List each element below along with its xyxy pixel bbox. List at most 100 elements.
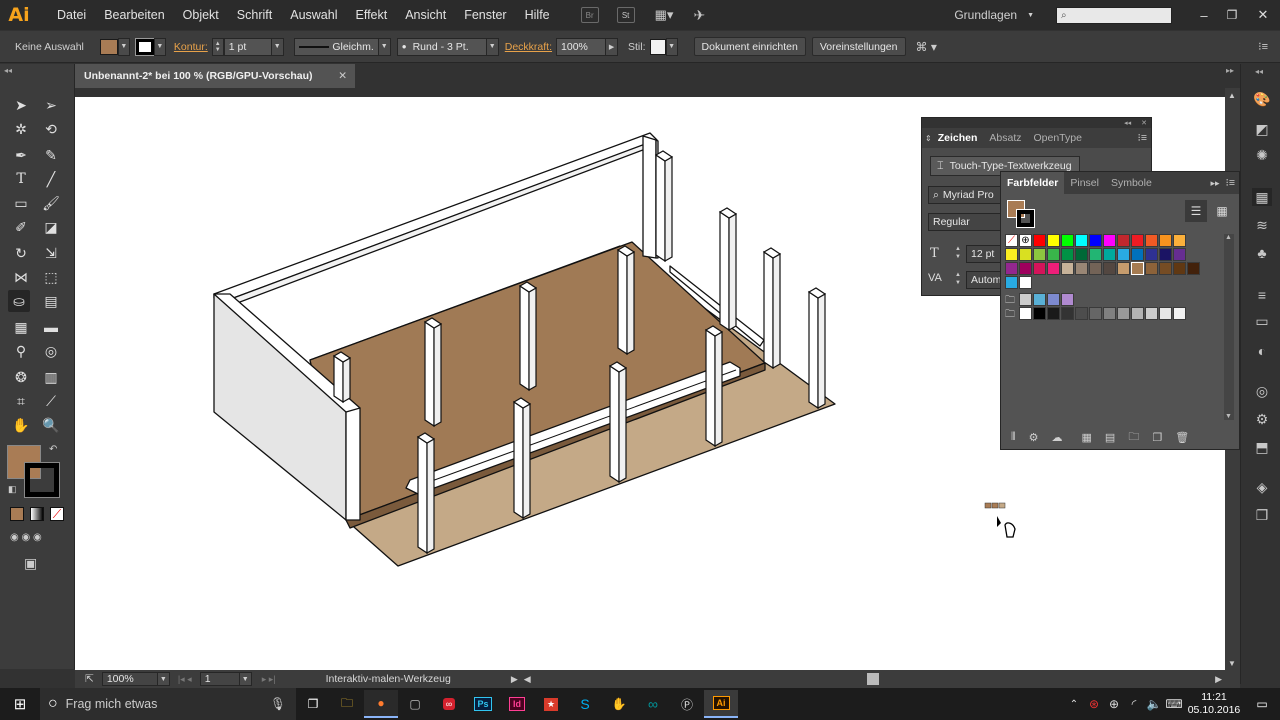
paintbrush-tool-icon[interactable]: 🖌 (40, 192, 62, 214)
stroke-color-box[interactable] (25, 463, 59, 497)
color-swatch[interactable] (1117, 307, 1130, 320)
color-swatch[interactable] (1047, 248, 1060, 261)
direct-selection-tool-icon[interactable]: ➢ (40, 94, 62, 116)
color-swatch[interactable] (1187, 262, 1200, 275)
color-group-folder-icon[interactable]: 🗀 (1005, 307, 1018, 320)
zoom-tool-icon[interactable]: 🔍 (40, 414, 62, 436)
scroll-down-icon[interactable]: ▼ (1225, 413, 1232, 420)
keyboard-icon[interactable]: ⌨ (1164, 690, 1184, 718)
scroll-up-icon[interactable]: ▲ (1228, 91, 1236, 100)
color-swatch[interactable] (1103, 234, 1116, 247)
color-swatch[interactable] (1033, 248, 1046, 261)
color-swatch[interactable] (1103, 262, 1116, 275)
windows-start-icon[interactable]: ⊞ (0, 690, 40, 718)
color-panel-icon[interactable]: 🎨 (1252, 90, 1272, 108)
color-swatch[interactable] (1033, 262, 1046, 275)
color-swatch[interactable] (1173, 248, 1186, 261)
wifi-icon[interactable]: ◜ (1124, 690, 1144, 718)
maximize-button[interactable]: ❐ (1218, 8, 1246, 22)
swatch-libraries-icon[interactable]: ⫴ (1011, 431, 1016, 444)
zoom-field[interactable]: 100% (101, 672, 158, 686)
security-tray-icon[interactable]: ⊕ (1104, 690, 1124, 718)
swap-colors-icon[interactable]: ↶ (49, 444, 57, 455)
gradient-panel-icon[interactable]: ▭ (1252, 312, 1272, 330)
panel-close-icon[interactable]: ✕ (1141, 119, 1147, 127)
color-swatch[interactable] (1145, 248, 1158, 261)
color-group-folder-icon[interactable]: 🗀 (1005, 293, 1018, 306)
scroll-down-icon[interactable]: ▼ (1228, 659, 1236, 668)
artboard-number-field[interactable]: 1 (199, 672, 240, 686)
cc-library-icon[interactable]: ☁ (1052, 431, 1063, 444)
color-swatch[interactable] (1047, 307, 1060, 320)
drawing-modes-icon[interactable]: ◉ ◉ ◉ (10, 532, 42, 543)
horizontal-scroll-thumb[interactable] (866, 673, 879, 685)
color-swatch[interactable] (1159, 307, 1172, 320)
zoom-dropdown[interactable]: ▼ (157, 672, 170, 686)
color-swatch[interactable] (1005, 248, 1018, 261)
line-tool-icon[interactable]: ╱ (40, 168, 62, 190)
stroke-profile-field[interactable]: Gleichm. (293, 37, 379, 56)
color-swatch[interactable] (1089, 248, 1102, 261)
swatch-options-icon[interactable]: ⚙ (1029, 431, 1039, 444)
live-paint-bucket-tool-icon[interactable]: ⛀ (8, 290, 30, 312)
handshake-icon[interactable]: ✋ (602, 690, 636, 718)
color-swatch[interactable] (1131, 262, 1144, 275)
color-swatch[interactable] (1005, 276, 1018, 289)
color-swatch[interactable] (1019, 262, 1032, 275)
lasso-tool-icon[interactable]: ⟲ (40, 118, 62, 140)
color-swatch[interactable] (1061, 262, 1074, 275)
firefox-icon[interactable]: ● (364, 690, 398, 718)
stock-button[interactable]: St (616, 7, 635, 23)
color-swatch[interactable] (1061, 307, 1074, 320)
asset-export-icon[interactable]: ⬒ (1252, 438, 1272, 456)
stroke-weight-field[interactable]: 1 pt (223, 37, 272, 56)
scroll-right-icon[interactable]: ▶ (1215, 674, 1222, 685)
arduino-icon[interactable]: ∞ (636, 690, 670, 718)
panel-menu-icon[interactable]: ⁝≡ (1138, 132, 1151, 144)
kerning-field[interactable]: Autom (966, 271, 1004, 289)
font-style-field[interactable]: Regular (928, 213, 1004, 231)
clock[interactable]: 11:21 05.10.2016 (1184, 691, 1244, 717)
tab-absatz[interactable]: Absatz (983, 132, 1027, 144)
export-icon[interactable]: ⇱ (85, 673, 94, 685)
stroke-weight-stepper[interactable]: ▲ ▼ (211, 37, 224, 56)
dock-collapse-icon[interactable]: ◂◂ (1255, 67, 1263, 76)
kerning-stepper[interactable]: ▲ ▼ (952, 271, 964, 289)
style-picker[interactable]: ▼ (649, 37, 678, 56)
skype-icon[interactable]: S (568, 690, 602, 718)
illustrator-taskbar-icon[interactable]: Ai (704, 690, 738, 718)
column-graph-tool-icon[interactable]: ▥ (40, 366, 62, 388)
color-swatch[interactable] (1047, 262, 1060, 275)
scroll-up-icon[interactable]: ▲ (1225, 234, 1232, 241)
none-mode-icon[interactable]: ⟋ (50, 507, 64, 521)
color-swatch[interactable] (1019, 248, 1032, 261)
color-swatch[interactable] (1145, 234, 1158, 247)
menu-fenster[interactable]: Fenster (455, 0, 515, 30)
color-swatch[interactable] (1075, 234, 1088, 247)
volume-icon[interactable]: 🔈 (1144, 690, 1164, 718)
first-artboard-icon[interactable]: |◂ ◂ (178, 674, 192, 685)
status-menu-icon[interactable]: ▶ (511, 674, 518, 685)
microphone-icon[interactable]: 🎙 (270, 697, 286, 712)
list-view-icon[interactable]: ☰ (1185, 200, 1207, 222)
stroke-weight-dropdown[interactable]: ▼ (271, 37, 284, 56)
color-swatch[interactable] (1005, 262, 1018, 275)
tab-pinsel[interactable]: Pinsel (1064, 177, 1105, 189)
color-swatch[interactable] (1145, 307, 1158, 320)
blend-tool-icon[interactable]: ◎ (40, 340, 62, 362)
p-app-icon[interactable]: Ⓟ (670, 690, 704, 718)
layers-panel-icon[interactable]: ◈ (1252, 478, 1272, 496)
color-swatch[interactable] (1131, 248, 1144, 261)
menu-effekt[interactable]: Effekt (346, 0, 396, 30)
tv-app-icon[interactable]: ▢ (398, 690, 432, 718)
grid-view-icon[interactable]: ▦ (1211, 200, 1233, 222)
menu-auswahl[interactable]: Auswahl (281, 0, 346, 30)
color-swatch[interactable] (1089, 307, 1102, 320)
transparency-panel-icon[interactable]: ◐ (1252, 342, 1272, 360)
swatches-panel-icon[interactable]: ▦ (1252, 188, 1272, 206)
opacity-field[interactable]: 100% (556, 37, 607, 56)
stroke-profile-dropdown[interactable]: ▼ (378, 37, 391, 56)
artboard-tool-icon[interactable]: ⌗ (10, 390, 32, 412)
workspace-switcher[interactable]: Grundlagen ▼ (954, 8, 1034, 22)
stroke-panel-icon[interactable]: ≡ (1252, 286, 1272, 304)
